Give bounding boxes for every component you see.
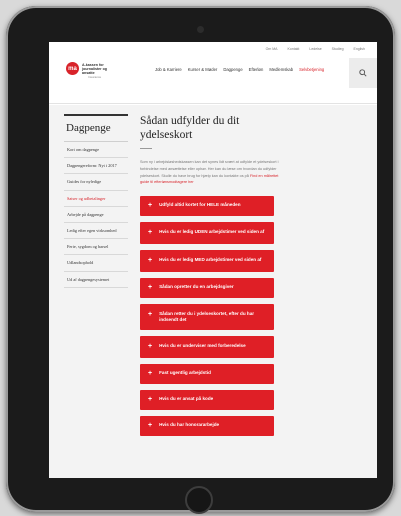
sidebar-item[interactable]: Arbejde på dagpenge bbox=[64, 207, 128, 224]
sidebar-item-active[interactable]: Satser og udbetalinger bbox=[64, 191, 128, 207]
accordion-item[interactable]: + Fast ugentlig arbejdstid bbox=[140, 364, 274, 385]
accordion-label: Hvis du har honorararbejde bbox=[159, 422, 220, 428]
accordion-item[interactable]: + Hvis du har honorararbejde bbox=[140, 416, 274, 437]
tablet-screen: Om MA Kontakt Ledelse Studieg English ma… bbox=[49, 42, 377, 478]
accordion-item[interactable]: + Sådan retter du i ydelseskortet, efter… bbox=[140, 304, 274, 331]
nav-item-active[interactable]: Selvbetjening bbox=[299, 67, 324, 72]
page-title: Sådan udfylder du dit ydelseskort bbox=[140, 115, 240, 141]
search-icon bbox=[359, 69, 367, 77]
accordion-label: Sådan opretter du en arbejdsgiver bbox=[159, 284, 234, 290]
accordion-label: Hvis du er ledig UDEN arbejdstimer ved s… bbox=[159, 229, 265, 235]
tablet-frame: Om MA Kontakt Ledelse Studieg English ma… bbox=[6, 6, 395, 514]
accordion-label: Sådan retter du i ydelseskortet, efter d… bbox=[159, 311, 255, 323]
accordion-label: Hvis du er ansat på kode bbox=[159, 396, 214, 402]
title-divider bbox=[140, 148, 152, 149]
plus-icon: + bbox=[148, 370, 153, 378]
search-button[interactable] bbox=[349, 58, 377, 88]
photo-background: Om MA Kontakt Ledelse Studieg English ma… bbox=[0, 0, 401, 516]
sidebar-item[interactable]: Guides for nyledige bbox=[64, 174, 128, 191]
plus-icon: + bbox=[148, 396, 153, 404]
accordion-item[interactable]: + Hvis du er ledig UDEN arbejdstimer ved… bbox=[140, 222, 274, 245]
camera-icon bbox=[197, 26, 204, 33]
utility-link[interactable]: Ledelse bbox=[309, 47, 321, 51]
accordion-item[interactable]: + Hvis du er ledig MED arbejdstimer ved … bbox=[140, 250, 274, 273]
plus-icon: + bbox=[148, 202, 153, 210]
accordion-item[interactable]: + Udfyld altid kortet for HELE måneden bbox=[140, 196, 274, 217]
accordion-list: + Udfyld altid kortet for HELE måneden +… bbox=[140, 196, 358, 437]
nav-item[interactable]: Kurser & Møder bbox=[188, 67, 218, 72]
sidebar: Dagpenge Kort om dagpenge Dagpengereform… bbox=[64, 114, 128, 288]
plus-icon: + bbox=[148, 257, 153, 265]
intro-text: Som ny i arbejdsløshedskassen kan det sy… bbox=[140, 159, 280, 186]
sidebar-item[interactable]: Ledig efter egen virksomhed bbox=[64, 223, 128, 240]
utility-link[interactable]: English bbox=[354, 47, 365, 51]
nav-item[interactable]: Efterløn bbox=[249, 67, 264, 72]
plus-icon: + bbox=[148, 311, 153, 319]
nav-item[interactable]: Dagpenge bbox=[223, 67, 242, 72]
logo-tagline: Insurance bbox=[88, 75, 102, 79]
accordion-label: Hvis du er underviser med forberedelse bbox=[159, 343, 246, 349]
sidebar-title: Dagpenge bbox=[64, 116, 128, 142]
home-button[interactable] bbox=[185, 486, 213, 514]
sidebar-item[interactable]: Ferie, sygdom og barsel bbox=[64, 239, 128, 256]
plus-icon: + bbox=[148, 422, 153, 430]
plus-icon: + bbox=[148, 343, 153, 351]
utility-link[interactable]: Om MA bbox=[266, 47, 278, 51]
accordion-label: Hvis du er ledig MED arbejdstimer ved si… bbox=[159, 257, 262, 263]
utility-link[interactable]: Kontakt bbox=[288, 47, 300, 51]
main-nav: Job & Karriere Kurser & Møder Dagpenge E… bbox=[155, 67, 324, 72]
logo-name: A-kassen for journalister og ansatte bbox=[82, 62, 107, 75]
accordion-item[interactable]: + Hvis du er underviser med forberedelse bbox=[140, 336, 274, 359]
accordion-label: Udfyld altid kortet for HELE måneden bbox=[159, 202, 241, 208]
plus-icon: + bbox=[148, 284, 153, 292]
sidebar-item[interactable]: Udlandsophold bbox=[64, 255, 128, 272]
main-content: Sådan udfylder du dit ydelseskort Som ny… bbox=[140, 115, 358, 442]
sidebar-item[interactable]: Kort om dagpenge bbox=[64, 142, 128, 159]
nav-item[interactable]: Job & Karriere bbox=[155, 67, 182, 72]
sidebar-item[interactable]: Ud af dagpengesystemet bbox=[64, 272, 128, 288]
accordion-item[interactable]: + Hvis du er ansat på kode bbox=[140, 390, 274, 411]
plus-icon: + bbox=[148, 229, 153, 237]
accordion-label: Fast ugentlig arbejdstid bbox=[159, 370, 211, 376]
utility-nav: Om MA Kontakt Ledelse Studieg English bbox=[266, 47, 365, 51]
sidebar-item[interactable]: Dagpengereform: Nyt i 2017 bbox=[64, 158, 128, 175]
logo-mark: ma bbox=[66, 62, 79, 75]
site-header: Om MA Kontakt Ledelse Studieg English ma… bbox=[49, 42, 377, 104]
nav-item[interactable]: Medlemskab bbox=[269, 67, 293, 72]
accordion-item[interactable]: + Sådan opretter du en arbejdsgiver bbox=[140, 278, 274, 299]
site-logo[interactable]: ma A-kassen for journalister og ansatte bbox=[66, 62, 116, 75]
utility-link[interactable]: Studieg bbox=[332, 47, 344, 51]
